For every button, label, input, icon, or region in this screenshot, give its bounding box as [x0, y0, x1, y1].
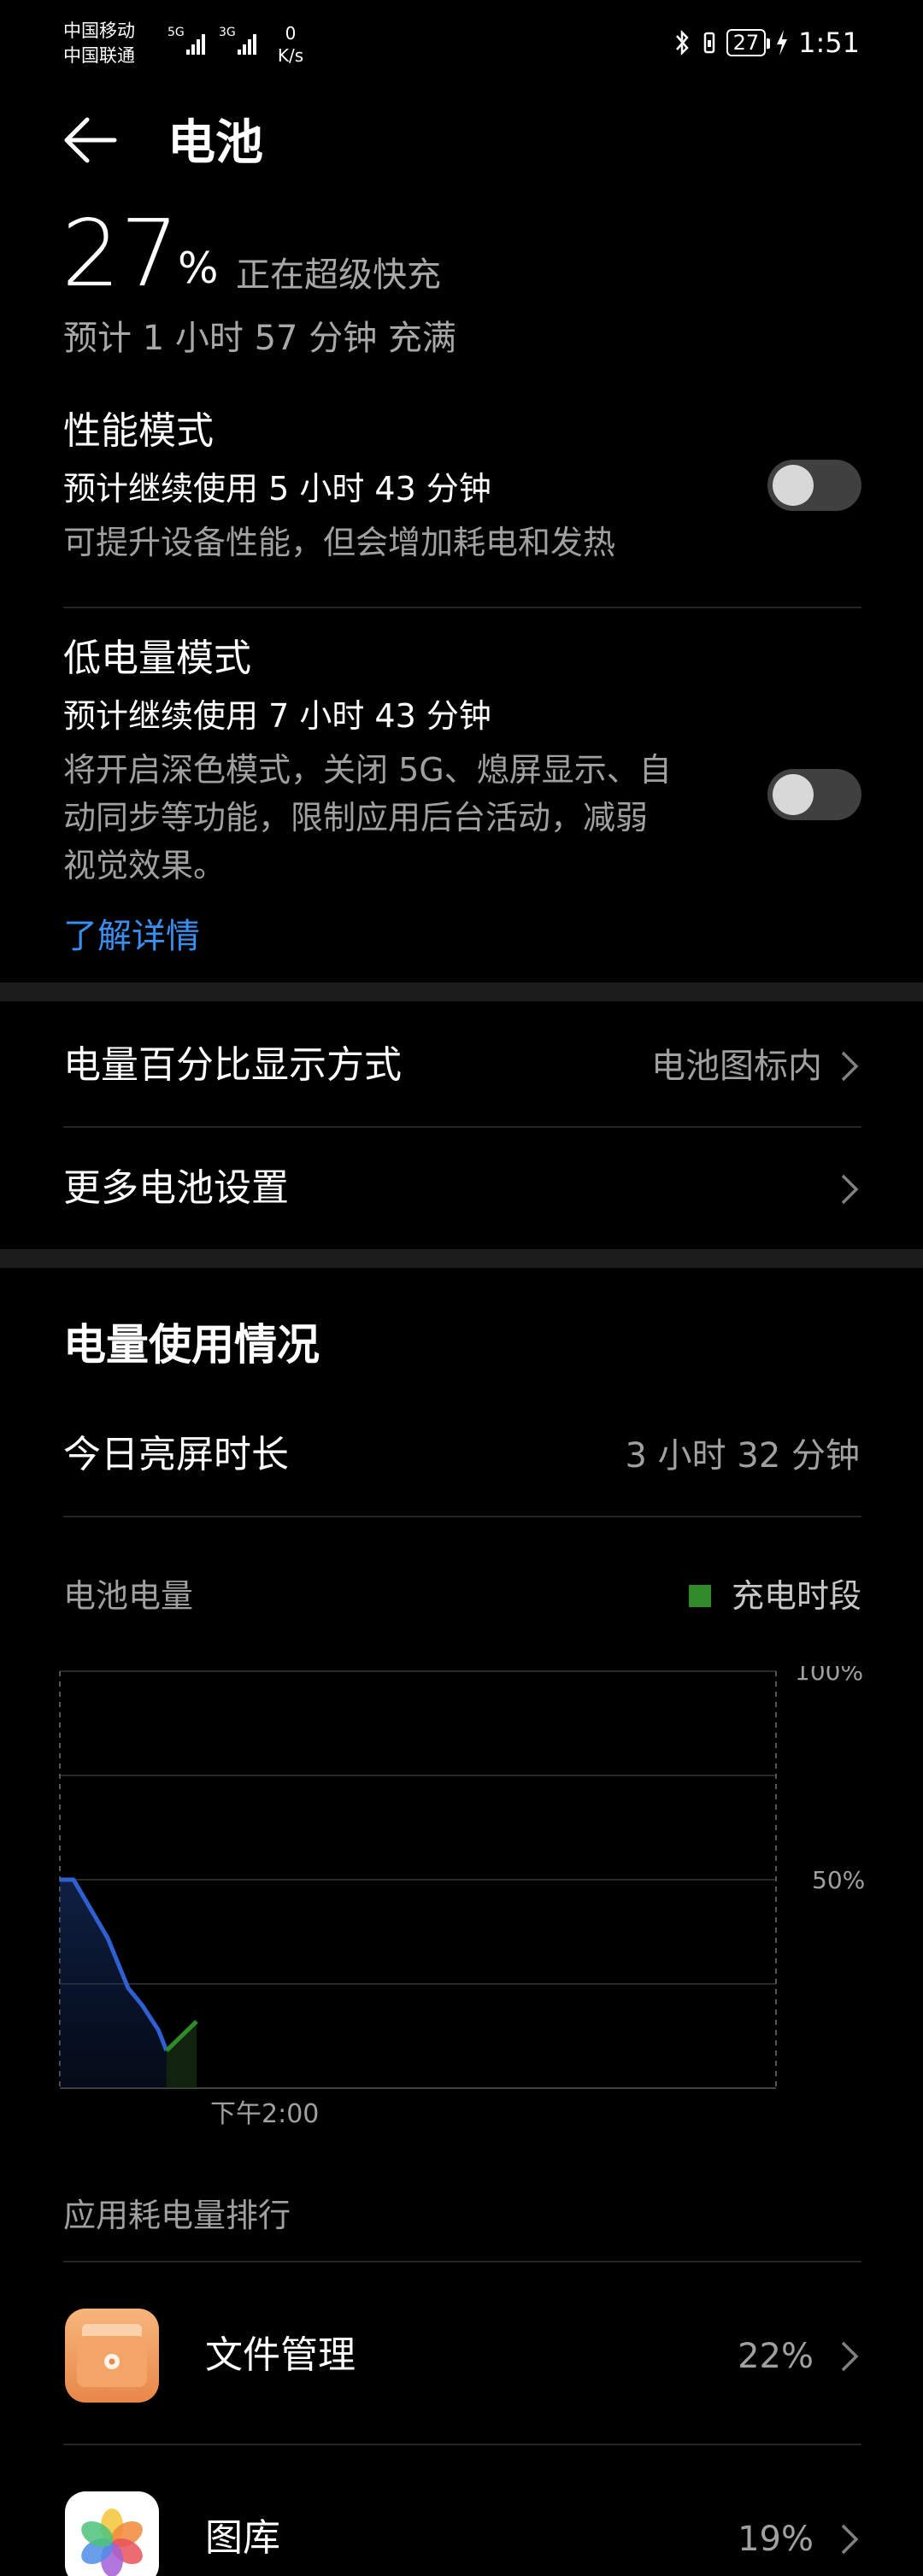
net-speed-value: 0 [285, 23, 297, 44]
percent-display-value: 电池图标内 [651, 1047, 822, 1086]
battery-percent-sign: % [178, 244, 219, 293]
performance-mode-description: 可提升设备性能，但会增加耗电和发热 [63, 524, 616, 561]
percent-display-label: 电量百分比显示方式 [63, 1043, 402, 1087]
low-power-mode-description-3: 视觉效果。 [63, 847, 226, 884]
svg-text:5G: 5G [168, 26, 185, 39]
screen-on-label: 今日亮屏时长 [63, 1433, 289, 1476]
app-name: 图库 [205, 2516, 280, 2560]
signal-icon-1: 5G [168, 26, 205, 55]
battery-percent: 27 [62, 201, 179, 308]
vibrate-icon [703, 32, 714, 54]
network-speed: 0 K/s [273, 22, 308, 67]
carrier-info: 中国移动 中国联通 [63, 19, 135, 68]
battery-indicator: 27 [726, 29, 770, 56]
app-ranking-title: 应用耗电量排行 [63, 2197, 291, 2234]
performance-mode-toggle[interactable] [767, 460, 861, 511]
chevron-right-icon [841, 1051, 859, 1082]
app-name: 文件管理 [205, 2333, 356, 2377]
charging-area [166, 2021, 197, 2088]
screen-on-value: 3 小时 32 分钟 [625, 1436, 861, 1476]
divider [63, 1516, 861, 1517]
status-right: 27 1:51 [673, 26, 860, 60]
back-arrow-icon[interactable] [63, 113, 118, 167]
legend-label: 充电时段 [731, 1577, 861, 1615]
usage-section-title: 电量使用情况 [63, 1320, 320, 1370]
more-battery-settings-label: 更多电池设置 [63, 1166, 289, 1210]
low-power-mode-description-2: 动同步等功能，限制应用后台活动，减弱 [63, 799, 649, 836]
toggle-knob [773, 465, 814, 506]
x-tick-label: 下午2:00 [210, 2099, 319, 2127]
toggle-knob [773, 774, 814, 815]
page-title: 电池 [168, 115, 263, 171]
carrier-1: 中国移动 [63, 21, 135, 41]
chevron-right-icon [841, 1174, 859, 1205]
divider [63, 2444, 861, 2445]
chevron-right-icon [841, 2341, 859, 2372]
file-manager-icon [65, 2309, 159, 2403]
legend-swatch [688, 1585, 711, 1607]
learn-more-link[interactable]: 了解详情 [63, 914, 200, 959]
battery-level-chart: 100% 50% 下午2:00 [59, 1666, 865, 2127]
low-power-mode-toggle[interactable] [767, 769, 861, 820]
signal-icon-2: 3G [219, 26, 256, 55]
svg-text:3G: 3G [219, 26, 236, 39]
low-power-mode-title: 低电量模式 [63, 637, 251, 680]
bluetooth-icon [675, 29, 689, 56]
carrier-2: 中国联通 [63, 45, 135, 66]
section-separator [0, 983, 923, 1001]
divider [63, 607, 861, 608]
status-bar: 中国移动 中国联通 5G 3G 0 K/s 27 1:51 [0, 0, 923, 85]
divider [63, 1126, 861, 1128]
charging-bolt-icon [777, 30, 788, 56]
battery-chart-label: 电池电量 [63, 1577, 194, 1615]
performance-mode-title: 性能模式 [63, 409, 214, 453]
clock: 1:51 [798, 26, 860, 59]
chevron-right-icon [841, 2524, 859, 2555]
low-power-mode-description-1: 将开启深色模式，关闭 5G、熄屏显示、自 [63, 751, 672, 789]
performance-mode-estimate: 预计继续使用 5 小时 43 分钟 [63, 470, 491, 508]
charge-eta: 预计 1 小时 57 分钟 充满 [63, 319, 456, 358]
section-separator [0, 1249, 923, 1268]
y-tick-50: 50% [812, 1866, 865, 1894]
charging-status: 正在超级快充 [236, 255, 441, 295]
net-speed-unit: K/s [277, 45, 304, 66]
app-percent: 19% [738, 2520, 814, 2559]
app-percent: 22% [738, 2337, 814, 2376]
divider [63, 2261, 861, 2262]
low-power-mode-estimate: 预计继续使用 7 小时 43 分钟 [63, 697, 491, 735]
gallery-icon [65, 2491, 159, 2576]
chart-legend: 充电时段 [688, 1575, 861, 1617]
y-tick-100: 100% [795, 1666, 863, 1686]
